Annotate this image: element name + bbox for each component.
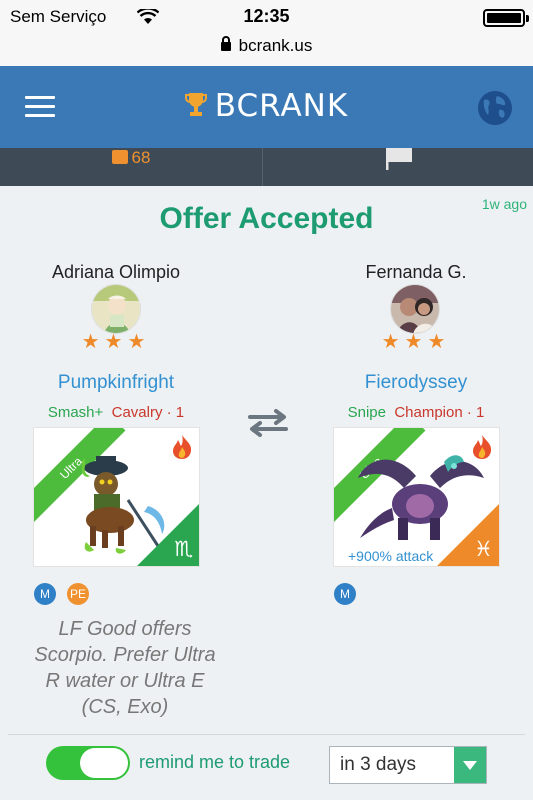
remind-toggle[interactable] [46,746,130,780]
battery-icon [483,9,529,27]
brand-name: BCRANK [214,88,349,124]
left-trade-note: LF Good offers Scorpio. Prefer Ultra R w… [34,618,216,718]
trade-status-title: Offer Accepted [159,202,374,235]
globe-icon[interactable] [477,90,513,126]
remind-delay-value: in 3 days [340,754,417,775]
left-badge-pe: PE [67,583,89,605]
right-monster-card[interactable]: Ultra E +900% attack ♓ [333,427,500,567]
left-class-tag: Cavalry · 1 [111,404,185,421]
left-skill-tag: Smash+ [47,404,104,421]
fire-icon [173,435,192,459]
right-boost-label: +900% attack [348,548,434,564]
right-player-rating: ★★★ [381,331,451,353]
left-rank-badge: R [37,431,55,449]
fire-icon [473,435,492,459]
trade-card: 1w ago Offer Accepted Adriana Olimpio ★★… [0,186,533,800]
left-player-avatar[interactable] [91,284,141,334]
divider [8,734,525,735]
thumbs-up-icon [111,150,128,164]
left-monster-tags: Smash+ Cavalry · 1 [0,404,232,421]
left-player-name[interactable]: Adriana Olimpio [0,262,232,283]
swap-arrows-icon [248,409,288,437]
remind-label: remind me to trade [139,752,291,772]
top-nav: BCRANK [0,66,533,148]
right-monster-name[interactable]: Fierodyssey [296,372,533,394]
likes-button[interactable]: 68 [0,148,262,168]
remind-delay-select[interactable]: in 3 days [329,746,487,784]
right-player-name[interactable]: Fernanda G. [296,262,533,283]
right-monster-tags: Snipe Champion · 1 [296,404,533,421]
lock-icon [220,36,231,51]
left-monster-name[interactable]: Pumpkinfright [0,372,232,394]
clock: 12:35 [243,6,290,26]
status-bar: Sem Serviço 12:35 bcrank.us [0,0,533,66]
trophy-icon [184,93,207,116]
scorpio-icon: ♏ [174,538,193,561]
right-player-avatar[interactable] [390,284,440,334]
pisces-icon: ♓ [474,538,493,561]
flag-icon[interactable] [384,148,414,170]
left-badge-m: M [34,583,56,605]
right-rank-badge: E [337,431,355,449]
stats-bar: 68 [0,148,533,186]
divider [262,148,263,186]
right-badge-m: M [334,583,356,605]
brand-logo[interactable]: BCRANK [0,88,533,124]
right-class-tag: Champion · 1 [394,404,485,421]
left-player-rating: ★★★ [81,331,151,353]
right-skill-tag: Snipe [347,404,386,421]
left-monster-card[interactable]: Ultra R ♏ [33,427,200,567]
url-text: bcrank.us [238,36,313,55]
chevron-down-icon[interactable] [454,747,486,783]
likes-count: 68 [131,148,151,167]
url-bar[interactable]: bcrank.us [0,36,533,56]
